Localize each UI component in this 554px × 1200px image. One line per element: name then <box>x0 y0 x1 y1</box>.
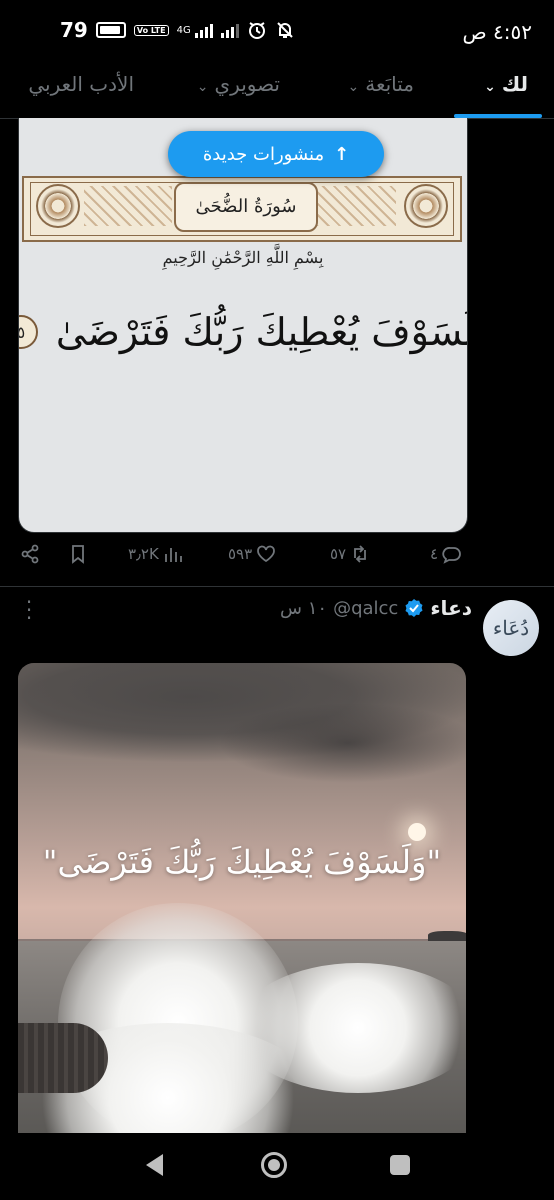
image-quote: "وَلَسَوْفَ يُعْطِيكَ رَبُّكَ فَتَرْضَى" <box>42 843 442 881</box>
post-actions: ٣٫٢K ٥٩٣ ٥٧ ٤ <box>20 540 464 574</box>
tab-for-you[interactable]: لك ⌄ <box>484 72 528 96</box>
post-image[interactable]: سُورَةُ الضُّحَىٰ بِسْمِ اللَّهِ الرَّحْ… <box>18 118 468 533</box>
chevron-down-icon: ⌄ <box>347 79 360 95</box>
likes-count: ٥٩٣ <box>228 545 253 563</box>
post-time[interactable]: ١٠ س <box>280 598 327 619</box>
home-icon[interactable] <box>261 1152 287 1178</box>
arrow-up-icon: ↑ <box>334 143 350 165</box>
replies-count: ٤ <box>430 545 439 563</box>
volte-badge: Vo LTE <box>133 24 169 36</box>
post-image[interactable]: "وَلَسَوْفَ يُعْطِيكَ رَبُّكَ فَتَرْضَى" <box>18 663 466 1133</box>
heart-icon <box>257 545 276 563</box>
signal-2-icon <box>220 22 239 38</box>
battery-percent: 79 <box>60 18 88 42</box>
tab-arabic-literature[interactable]: الأدب العربي <box>28 72 134 96</box>
alarm-icon <box>248 22 265 39</box>
network-type: 4G <box>176 24 191 36</box>
new-posts-button[interactable]: ↑ منشورات جديدة <box>168 131 384 177</box>
status-bar: 79 Vo LTE 4G ٤:٥٢ ص <box>0 0 554 62</box>
repost-icon <box>354 545 367 563</box>
clock: ٤:٥٢ ص <box>462 20 532 44</box>
ayah-text: وَلَسَوْفَ يُعْطِيكَ رَبُّكَ فَتَرْضَىٰ <box>55 310 468 354</box>
share-icon <box>21 544 39 564</box>
basmala: بِسْمِ اللَّهِ الرَّحْمَٰنِ الرَّحِيمِ <box>162 248 324 267</box>
new-posts-label: منشورات جديدة <box>202 143 325 165</box>
status-icons: 79 Vo LTE 4G <box>60 18 295 42</box>
tab-label: الأدب العربي <box>28 72 134 96</box>
reply-bubble-icon <box>442 547 461 564</box>
sun <box>408 823 426 841</box>
reply-button[interactable]: ٤ <box>430 544 462 564</box>
rosette-ornament <box>36 184 80 228</box>
avatar[interactable]: دُعَاء <box>483 600 539 656</box>
tab-photography[interactable]: تصويري ⌄ <box>197 72 280 96</box>
verified-badge-icon <box>405 599 423 617</box>
views-button[interactable]: ٣٫٢K <box>128 544 183 564</box>
tab-label: تصويري <box>214 72 281 96</box>
battery-icon <box>95 22 126 38</box>
author-name[interactable]: دعاء <box>430 596 472 620</box>
more-options-icon[interactable]: · · · <box>22 592 36 628</box>
repost-button[interactable]: ٥٧ <box>330 544 370 564</box>
views-chart-icon <box>164 548 182 562</box>
avatar-lettering: دُعَاء <box>492 616 530 640</box>
signal-icon <box>194 22 213 38</box>
back-icon[interactable] <box>146 1154 163 1176</box>
like-button[interactable]: ٥٩٣ <box>228 544 276 564</box>
ayah-line: وَلَسَوْفَ يُعْطِيكَ رَبُّكَ فَتَرْضَىٰ … <box>19 310 467 354</box>
chevron-down-icon: ⌄ <box>484 79 496 95</box>
post-divider <box>0 586 554 587</box>
views-count: ٣٫٢K <box>128 545 159 563</box>
bookmark-button[interactable] <box>68 544 88 564</box>
ayah-number-marker: ٥ <box>19 315 38 349</box>
rosette-ornament <box>404 184 448 228</box>
tab-label: لك <box>501 72 528 96</box>
bell-muted-icon <box>276 22 293 38</box>
system-nav-bar <box>0 1134 554 1200</box>
author-handle[interactable]: @qalcc <box>333 598 398 619</box>
reposts-count: ٥٧ <box>330 545 347 563</box>
recent-apps-icon[interactable] <box>390 1155 410 1175</box>
share-button[interactable] <box>20 544 40 564</box>
bookmark-icon <box>72 545 84 564</box>
surah-title: سُورَةُ الضُّحَىٰ <box>174 182 318 232</box>
chevron-down-icon: ⌄ <box>196 79 209 95</box>
timeline-tabs: لك ⌄ متابَعة ⌄ تصويري ⌄ الأدب العربي <box>0 62 554 119</box>
surah-header-frame: سُورَةُ الضُّحَىٰ <box>22 176 462 242</box>
tab-following[interactable]: متابَعة ⌄ <box>347 72 414 96</box>
tab-label: متابَعة <box>365 72 414 96</box>
post-header: دعاء @qalcc ١٠ س <box>280 596 472 620</box>
